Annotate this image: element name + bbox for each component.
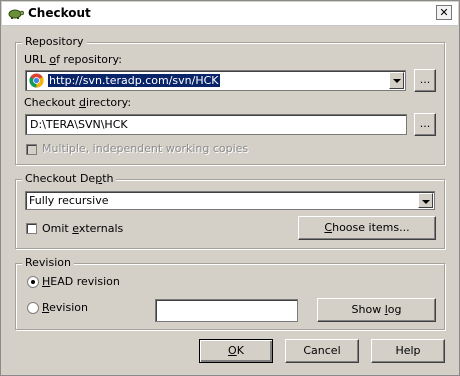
cancel-label: Cancel <box>303 344 341 357</box>
dir-label-text-b: irectory: <box>85 96 132 109</box>
depth-select[interactable]: Fully recursive <box>25 191 435 210</box>
multiple-copies-label: Multiple, independent working copies <box>42 142 249 155</box>
help-label: Help <box>395 344 421 357</box>
dir-label-accel: d <box>78 96 86 109</box>
show-log-text-a: Show <box>351 303 385 316</box>
choose-items-label: hoose items... <box>332 221 410 234</box>
tortoise-icon <box>8 9 24 19</box>
ok-accel: O <box>228 344 237 357</box>
revision-input[interactable] <box>155 299 298 322</box>
url-label: URL of repository: <box>24 53 122 67</box>
ok-label: K <box>236 344 244 357</box>
url-browse-label: ... <box>419 73 431 86</box>
cancel-button[interactable]: Cancel <box>285 339 359 363</box>
checkout-dialog: Checkout ✕ Repository URL of repository:… <box>0 0 460 376</box>
omit-label-text-b: xternals <box>78 222 124 235</box>
revision-radio[interactable] <box>27 302 39 314</box>
omit-label-accel: e <box>72 222 79 235</box>
window-title: Checkout <box>28 6 91 20</box>
url-value: http://svn.teradp.com/svn/HCK <box>48 74 220 87</box>
head-revision-radio[interactable] <box>27 276 39 288</box>
repository-legend: Repository <box>22 35 87 49</box>
url-label-text-a: URL <box>24 53 50 66</box>
chrome-icon <box>29 73 44 88</box>
revision-label: Revision <box>42 301 88 315</box>
choose-items-button[interactable]: Choose items... <box>298 216 436 240</box>
depth-dropdown-arrow[interactable] <box>418 193 433 208</box>
url-label-text-b: f repository: <box>56 53 122 66</box>
choose-items-accel: C <box>324 221 333 234</box>
depth-legend: Checkout Depth <box>22 172 117 186</box>
depth-selected-value: Fully recursive <box>29 194 109 207</box>
show-log-text-b: og <box>387 303 402 316</box>
close-button[interactable]: ✕ <box>436 5 452 20</box>
directory-browse-button[interactable]: ... <box>414 113 436 136</box>
url-browse-button[interactable]: ... <box>414 69 436 92</box>
head-revision-label: HEAD revision <box>42 275 120 289</box>
dir-label-text-a: Checkout <box>24 96 79 109</box>
show-log-button[interactable]: Show log <box>317 298 436 322</box>
multiple-copies-checkbox[interactable] <box>26 144 37 155</box>
directory-input[interactable]: D:\TERA\SVN\HCK <box>25 114 407 135</box>
directory-value: D:\TERA\SVN\HCK <box>30 118 128 131</box>
omit-externals-checkbox[interactable] <box>26 223 37 234</box>
revision-label-text: evision <box>49 301 88 314</box>
ok-button[interactable]: OK <box>199 339 273 363</box>
url-dropdown-arrow[interactable] <box>389 72 404 89</box>
omit-label-text-a: Omit <box>42 222 73 235</box>
head-label-text: EAD revision <box>50 275 120 288</box>
omit-externals-label: Omit externals <box>42 222 123 236</box>
title-bar: Checkout ✕ <box>2 2 458 26</box>
directory-browse-label: ... <box>419 117 431 130</box>
depth-legend-text-a: Checkout De <box>25 172 96 185</box>
depth-legend-text-b: th <box>102 172 114 185</box>
revision-legend: Revision <box>22 256 74 270</box>
help-button[interactable]: Help <box>371 339 445 363</box>
directory-label: Checkout directory: <box>24 96 131 110</box>
url-combobox[interactable]: http://svn.teradp.com/svn/HCK <box>25 70 406 91</box>
close-icon: ✕ <box>439 6 449 19</box>
